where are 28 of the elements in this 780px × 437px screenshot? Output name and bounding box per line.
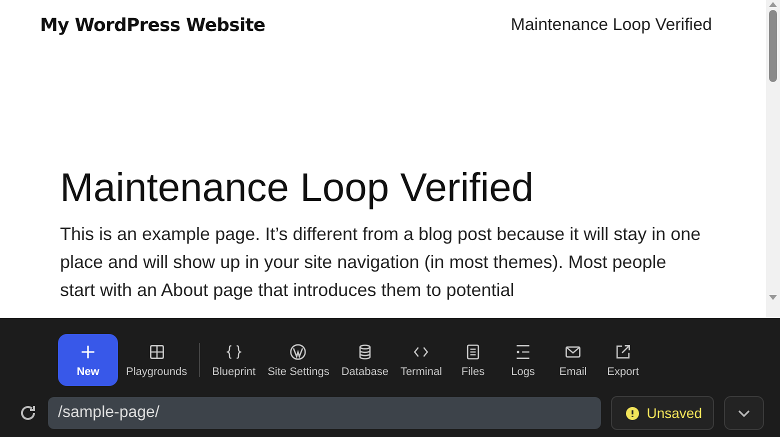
braces-icon xyxy=(224,342,243,360)
new-button[interactable]: New xyxy=(58,334,118,386)
toolbar-button[interactable]: Playgrounds xyxy=(120,334,194,386)
dropdown-button[interactable] xyxy=(724,396,764,430)
page-heading: Maintenance Loop Verified xyxy=(60,165,535,212)
warning-icon xyxy=(626,406,639,420)
toolbar-button[interactable]: Blueprint xyxy=(206,334,262,386)
toolbar-button[interactable]: Logs xyxy=(498,334,548,386)
toolbar-button[interactable]: Database xyxy=(335,334,394,386)
unsaved-status-button[interactable]: Unsaved xyxy=(610,396,714,430)
wordpress-icon xyxy=(289,342,308,360)
scroll-up-arrow-icon[interactable] xyxy=(769,1,777,7)
plus-icon xyxy=(79,342,97,360)
external-link-icon xyxy=(614,342,632,360)
address-field[interactable]: /sample-page/ xyxy=(48,397,601,429)
page-paragraph: This is an example page. It’s different from a blog post because it will stay in one place and will show up in your site navigation (in most themes). Most people start with an About page that introduces them to potential xyxy=(60,223,702,302)
toolbar-button[interactable]: Email xyxy=(548,334,598,386)
list-icon xyxy=(514,342,532,360)
nav-link[interactable]: Maintenance Loop Verified xyxy=(510,15,712,35)
reload-icon[interactable] xyxy=(18,403,38,423)
toolbar-button[interactable]: Site Settings xyxy=(262,334,336,386)
toolbar-button[interactable]: Terminal xyxy=(394,334,448,386)
grid-icon xyxy=(148,342,166,360)
toolbar-button[interactable]: Files xyxy=(448,334,498,386)
scrollbar-thumb[interactable] xyxy=(769,10,777,82)
scroll-down-arrow-icon[interactable] xyxy=(769,295,777,301)
site-title[interactable]: My WordPress Website xyxy=(40,14,266,36)
toolbar-button[interactable]: Export xyxy=(598,334,648,386)
